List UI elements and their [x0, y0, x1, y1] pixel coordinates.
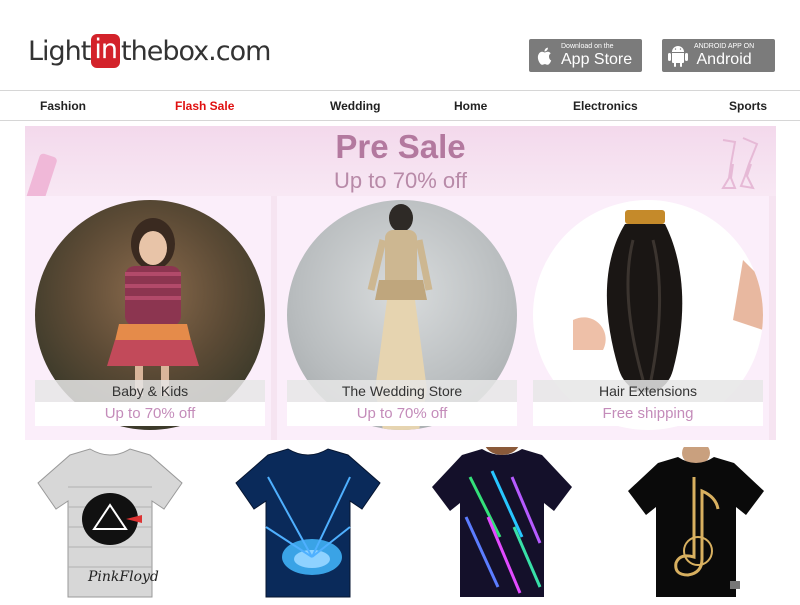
main-nav: Fashion Flash Sale Wedding Home Electron…	[0, 90, 800, 121]
svg-text:PinkFloyd: PinkFloyd	[87, 569, 159, 585]
panel-caption-hair-extensions: Hair Extensions	[533, 380, 763, 402]
panel-offer-hair-extensions: Free shipping	[533, 402, 763, 426]
nav-home[interactable]: Home	[454, 99, 487, 113]
android-app-button[interactable]: ANDROID APP ON Android	[662, 39, 775, 72]
tunnel-tshirt-image	[235, 448, 381, 598]
apple-icon	[529, 39, 561, 72]
panel-offer-baby-kids: Up to 70% off	[35, 402, 265, 426]
product-music-note-tshirt[interactable]	[618, 441, 778, 600]
panel-baby-kids[interactable]: Baby & Kids Up to 70% off	[25, 196, 271, 440]
logo-text-in: in	[91, 34, 121, 68]
music-note-tshirt-image	[628, 441, 764, 597]
banner-subtitle: Up to 70% off	[334, 168, 467, 193]
pre-sale-banner[interactable]: Pre Sale Up to 70% off Baby & Kids Up to…	[25, 126, 776, 440]
android-small-text: ANDROID APP ON	[694, 43, 755, 50]
panel-offer-wedding-store: Up to 70% off	[287, 402, 517, 426]
nav-fashion[interactable]: Fashion	[40, 99, 86, 113]
neon-tshirt-image	[432, 427, 572, 597]
panel-caption-wedding-store: The Wedding Store	[287, 380, 517, 402]
nav-flash-sale[interactable]: Flash Sale	[175, 99, 234, 113]
logo-text-suffix: .com	[208, 35, 271, 67]
android-icon	[662, 39, 694, 72]
app-store-button[interactable]: Download on the App Store	[529, 39, 642, 72]
app-store-small-text: Download on the	[561, 43, 614, 50]
panel-hair-extensions[interactable]: Hair Extensions Free shipping	[523, 196, 769, 440]
app-store-big-text: App Store	[561, 51, 633, 68]
android-big-text: Android	[696, 51, 752, 68]
nav-electronics[interactable]: Electronics	[573, 99, 638, 113]
panel-wedding-store[interactable]: The Wedding Store Up to 70% off	[277, 196, 523, 440]
panel-caption-baby-kids: Baby & Kids	[35, 380, 265, 402]
nav-wedding[interactable]: Wedding	[330, 99, 380, 113]
banner-title: Pre Sale	[335, 128, 466, 165]
pink-floyd-tshirt-image: PinkFloyd	[37, 448, 183, 598]
product-row: PinkFloyd	[0, 427, 800, 600]
product-neon-rain-tshirt[interactable]	[422, 427, 582, 600]
product-3d-tunnel-tshirt[interactable]	[228, 447, 388, 600]
logo-text-post: thebox	[121, 35, 209, 67]
logo-text-pre: Light	[28, 35, 91, 67]
nav-sports[interactable]: Sports	[729, 99, 767, 113]
header: Light in thebox .com Download on the App St…	[0, 0, 800, 90]
site-logo[interactable]: Light in thebox .com	[28, 34, 271, 68]
product-pink-floyd-tshirt[interactable]: PinkFloyd	[30, 447, 190, 600]
